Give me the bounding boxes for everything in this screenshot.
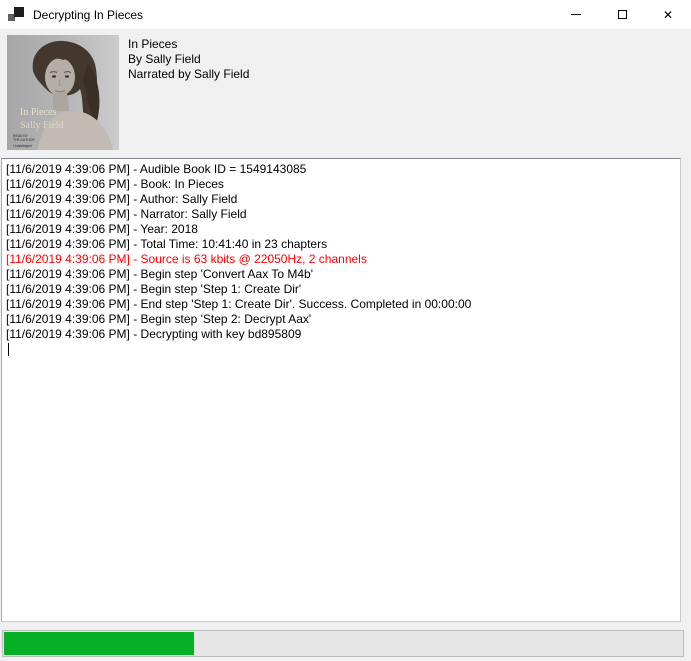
window-title: Decrypting In Pieces: [33, 8, 143, 22]
minimize-icon: [571, 14, 581, 15]
log-line: [11/6/2019 4:39:06 PM] - Begin step 'Ste…: [6, 312, 676, 327]
log-line: [11/6/2019 4:39:06 PM] - Begin step 'Con…: [6, 267, 676, 282]
minimize-button[interactable]: [553, 0, 599, 29]
progress-bar: [2, 630, 684, 657]
cover-author-text: Sally Field: [20, 120, 64, 131]
book-cover-image: In Pieces Sally Field READ BY THE AUTHOR…: [7, 35, 119, 150]
cover-title-text: In Pieces: [20, 107, 56, 118]
cover-badge-line3: Unabridged: [13, 144, 33, 148]
close-icon: ✕: [663, 9, 673, 21]
log-line: [11/6/2019 4:39:06 PM] - Begin step 'Ste…: [6, 282, 676, 297]
book-narrator: Narrated by Sally Field: [128, 67, 249, 82]
close-button[interactable]: ✕: [645, 0, 691, 29]
maximize-button[interactable]: [599, 0, 645, 29]
log-textbox[interactable]: [11/6/2019 4:39:06 PM] - Audible Book ID…: [1, 158, 681, 622]
log-line: [11/6/2019 4:39:06 PM] - Source is 63 kb…: [6, 252, 676, 267]
log-line: [11/6/2019 4:39:06 PM] - Decrypting with…: [6, 327, 676, 342]
progress-fill: [4, 632, 194, 655]
cover-art: In Pieces Sally Field READ BY THE AUTHOR…: [7, 35, 119, 150]
log-line: [11/6/2019 4:39:06 PM] - Year: 2018: [6, 222, 676, 237]
titlebar[interactable]: Decrypting In Pieces ✕: [0, 0, 691, 29]
maximize-icon: [618, 10, 627, 19]
cover-badge-line2: THE AUTHOR: [13, 138, 35, 142]
book-title: In Pieces: [128, 37, 249, 52]
text-caret: [8, 343, 9, 356]
log-line: [11/6/2019 4:39:06 PM] - Book: In Pieces: [6, 177, 676, 192]
app-icon-square-large: [14, 7, 24, 17]
log-line: [11/6/2019 4:39:06 PM] - Audible Book ID…: [6, 162, 676, 177]
window-controls: ✕: [553, 0, 691, 29]
log-line: [11/6/2019 4:39:06 PM] - Author: Sally F…: [6, 192, 676, 207]
app-icon[interactable]: [8, 7, 24, 22]
log-line: [11/6/2019 4:39:06 PM] - Narrator: Sally…: [6, 207, 676, 222]
log-line: [11/6/2019 4:39:06 PM] - End step 'Step …: [6, 297, 676, 312]
face-shape: [45, 58, 75, 96]
book-author: By Sally Field: [128, 52, 249, 67]
log-line: [11/6/2019 4:39:06 PM] - Total Time: 10:…: [6, 237, 676, 252]
book-info: In Pieces By Sally Field Narrated by Sal…: [128, 37, 249, 82]
